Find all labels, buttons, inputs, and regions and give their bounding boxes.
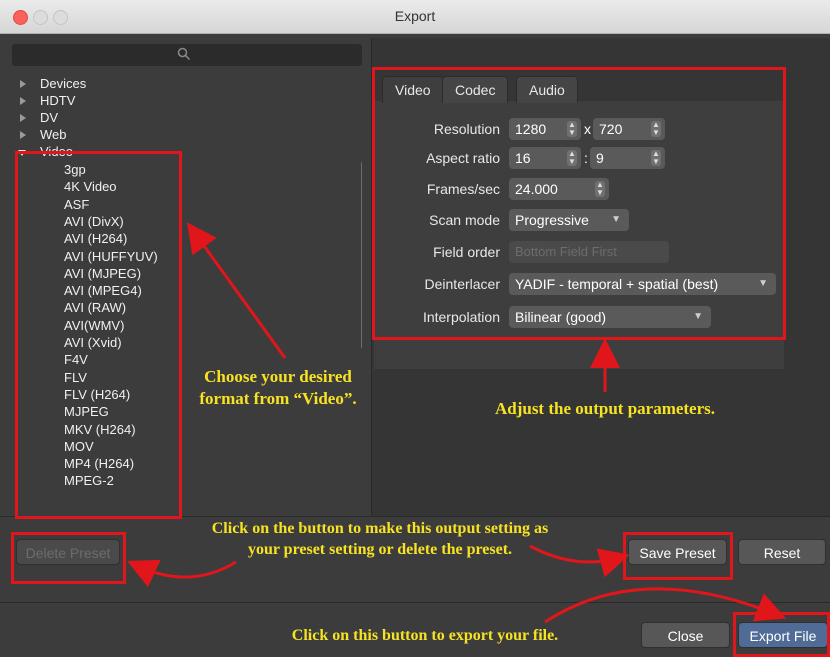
expand-triangle-icon[interactable]: [20, 114, 26, 122]
tab-codec[interactable]: Codec: [442, 76, 509, 103]
tree-item-label: Video: [40, 144, 74, 159]
tree-item-label: Web: [40, 127, 67, 142]
expand-triangle-icon[interactable]: [20, 80, 26, 88]
annotation-choose-format: Choose your desired format from “Video”.: [199, 367, 357, 408]
list-item-label: AVI (RAW): [64, 300, 127, 316]
tab-video[interactable]: Video: [382, 76, 444, 103]
close-button[interactable]: Close: [641, 622, 730, 648]
resolution-width-stepper[interactable]: 1280 ▲ ▼: [509, 118, 581, 140]
aspect-width-stepper[interactable]: 16 ▲ ▼: [509, 147, 581, 169]
aspect-separator: :: [584, 150, 588, 166]
list-item-label: FLV: [64, 369, 87, 385]
frames-per-sec-stepper[interactable]: 24.000 ▲ ▼: [509, 178, 609, 200]
resolution-label: Resolution: [433, 121, 500, 137]
annotation-export: Click on this button to export your file…: [291, 627, 559, 644]
deinterlacer-select[interactable]: YADIF - temporal + spatial (best) ▼: [509, 273, 776, 295]
aspect-height-stepper[interactable]: 9 ▲ ▼: [590, 147, 665, 169]
stepper-arrows-icon[interactable]: ▲ ▼: [567, 150, 577, 166]
aspect-ratio-label: Aspect ratio: [426, 150, 500, 166]
window-title: Export: [394, 8, 436, 24]
video-tab-content: [374, 101, 784, 369]
list-item-label: AVI (MJPEG): [64, 265, 142, 281]
tree-scrollbar[interactable]: [361, 160, 362, 350]
list-item-label: MP4 (H264): [64, 456, 135, 472]
list-item-label: 4K Video: [64, 179, 117, 195]
tree-item-label: HDTV: [40, 93, 76, 108]
deinterlacer-label: Deinterlacer: [424, 276, 500, 292]
chevron-down-icon: ▼: [611, 214, 621, 225]
list-item-label: MOV: [64, 438, 94, 454]
annotation-adjust-parameters: Adjust the output parameters.: [494, 399, 716, 418]
resolution-height-stepper[interactable]: 720 ▲ ▼: [593, 118, 665, 140]
resolution-width-value: 1280: [515, 121, 547, 137]
export-window: Devices HDTV DV Web Video 3gp 4K Video ASF…: [0, 34, 830, 657]
stepper-arrows-icon[interactable]: ▲ ▼: [651, 150, 661, 166]
frames-per-sec-value: 24.000: [515, 181, 558, 197]
scan-mode-label: Scan mode: [429, 212, 500, 228]
resolution-separator: x: [584, 121, 591, 137]
list-item-label: AVI (Xvid): [64, 335, 122, 350]
list-item-label: AVI (DivX): [64, 213, 124, 229]
list-item-label: MPEG-2: [64, 473, 114, 489]
aspect-width-value: 16: [515, 150, 531, 166]
interpolation-label: Interpolation: [422, 309, 500, 325]
field-order-label: Field order: [433, 244, 500, 260]
delete-preset-button[interactable]: Delete Preset: [16, 539, 120, 565]
resolution-height-value: 720: [599, 121, 623, 137]
field-order-value: Bottom Field First: [515, 244, 617, 259]
search-field[interactable]: [12, 44, 362, 66]
field-order-select: Bottom Field First: [509, 241, 669, 263]
title-bar: Export: [0, 0, 830, 34]
chevron-down-icon: ▼: [693, 311, 703, 322]
tree-item-label: DV: [40, 110, 59, 125]
interpolation-value: Bilinear (good): [515, 309, 607, 325]
list-item-label: AVI (MPEG4): [64, 283, 142, 299]
list-item-label: ASF: [64, 196, 90, 212]
expand-triangle-icon[interactable]: [20, 131, 26, 139]
list-item-label: AVI (H264): [64, 231, 128, 247]
divider: [0, 516, 830, 517]
list-item-label: MJPEG: [64, 404, 109, 420]
reset-button[interactable]: Reset: [738, 539, 826, 565]
interpolation-select[interactable]: Bilinear (good) ▼: [509, 306, 711, 328]
list-item-label: F4V: [64, 352, 88, 368]
export-file-button[interactable]: Export File: [738, 622, 828, 648]
tree-item-label: Devices: [40, 76, 87, 91]
search-icon: [177, 47, 191, 64]
list-item-label: MKV (H264): [64, 421, 136, 437]
stepper-arrows-icon[interactable]: ▲ ▼: [651, 121, 661, 137]
aspect-height-value: 9: [596, 150, 604, 166]
stepper-arrows-icon[interactable]: ▲ ▼: [595, 181, 605, 197]
deinterlacer-value: YADIF - temporal + spatial (best): [515, 276, 719, 292]
scan-mode-value: Progressive: [515, 212, 589, 228]
frames-per-sec-label: Frames/sec: [426, 181, 500, 197]
scan-mode-select[interactable]: Progressive ▼: [509, 209, 629, 231]
tab-audio[interactable]: Audio: [516, 76, 578, 103]
annotation-preset: Click on the button to make this output …: [211, 520, 549, 558]
chevron-down-icon: ▼: [758, 278, 768, 289]
list-item-label: AVI (HUFFYUV): [64, 248, 158, 264]
expand-triangle-icon[interactable]: [20, 97, 26, 105]
collapse-triangle-icon[interactable]: [18, 150, 26, 156]
list-item-label: AVI(WMV): [64, 317, 125, 333]
list-item-label: 3gp: [64, 162, 86, 177]
format-tree: Devices HDTV DV Web Video 3gp 4K Video ASF…: [12, 74, 362, 520]
list-item-label: FLV (H264): [64, 386, 131, 402]
divider: [0, 602, 830, 603]
stepper-arrows-icon[interactable]: ▲ ▼: [567, 121, 577, 137]
save-preset-button[interactable]: Save Preset: [628, 539, 727, 565]
